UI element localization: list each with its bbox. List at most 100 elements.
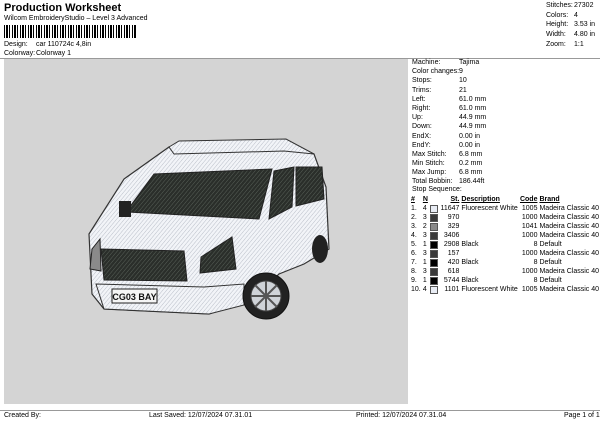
info-value: 6.8 mm	[459, 169, 483, 177]
stop-sequence-title: Stop Sequence:	[412, 186, 462, 193]
footer-created-by: Created By:	[4, 412, 41, 419]
info-value: 186.44ft	[459, 178, 485, 186]
info-label: Color changes:	[412, 68, 460, 76]
license-plate-text: CG03 BAY	[112, 292, 156, 302]
info-label: Up:	[412, 114, 423, 122]
table-cell-st: 3406	[443, 232, 460, 239]
info-label: Right:	[412, 104, 431, 112]
table-cell-desc	[460, 231, 519, 240]
table-cell-brand: Default	[539, 241, 562, 248]
table-row: 10. 4 1101 Fluorescent White 1005 Madeira Cla…	[410, 285, 600, 294]
table-cell-desc: Fluorescent White	[461, 205, 518, 212]
table-cell-code: 1000	[521, 250, 538, 257]
table-row: 8. 3 618 1000 Madeira Classic 40	[410, 267, 600, 276]
color-swatch	[430, 249, 439, 258]
info-value: 61.0 mm	[459, 95, 487, 103]
table-header-row: # N St. Description Code Brand	[410, 195, 600, 204]
table-cell-code: 1005	[521, 205, 538, 212]
color-swatch-cell	[429, 240, 439, 249]
stat-row: Zoom: 1:1	[506, 41, 600, 51]
color-swatch-cell	[429, 258, 439, 267]
design-preview: CG03 BAY	[4, 59, 408, 404]
table-cell-n: 1	[422, 277, 427, 284]
color-swatch	[430, 285, 439, 294]
footer-last-saved: Last Saved: 12/07/2024 07.31.01	[149, 412, 253, 419]
software-name: Wilcom EmbroideryStudio – Level 3 Advanc…	[4, 15, 148, 22]
design-row: Design: car 110724c 4,8in	[4, 41, 91, 48]
info-row: Down: 44.9 mm	[410, 123, 600, 132]
info-label: EndY:	[412, 141, 431, 149]
table-cell-desc: Black	[461, 241, 479, 248]
col-header: Code	[519, 196, 538, 203]
table-row: 6. 3 157 1000 Madeira Classic 40	[410, 249, 600, 258]
color-swatch-cell	[429, 213, 439, 222]
color-swatch-cell	[429, 204, 439, 213]
info-label: Trims:	[412, 86, 432, 94]
table-cell-st: 1101	[444, 286, 460, 293]
stats-panel: Stitches: 27302 Colors: 4 Height: 3.53 in W…	[506, 2, 600, 50]
table-row: 5. 1 2908 Black 8 Default	[410, 240, 600, 249]
design-label: Design:	[4, 41, 28, 48]
table-cell-code: 8	[533, 241, 538, 248]
colorway-row: Colorway:Colorway 1	[4, 50, 71, 57]
table-cell-num: 8.	[411, 268, 417, 275]
info-value: 6.8 mm	[459, 150, 483, 158]
info-value: 0.2 mm	[459, 160, 483, 168]
stat-row: Colors: 4	[506, 12, 600, 22]
info-label: EndX:	[412, 132, 432, 140]
info-value: 61.0 mm	[459, 104, 487, 112]
machine-info-panel: Machine: Tajima Color changes: 9 Stops: 10 …	[410, 59, 600, 188]
table-cell-num: 5.	[411, 241, 417, 248]
info-value: 0.00 in	[459, 132, 481, 140]
stat-value: 3.53 in	[574, 21, 596, 29]
table-cell-code: 1005	[521, 286, 538, 293]
info-label: Total Bobbin:	[412, 178, 453, 186]
stat-row: Height: 3.53 in	[506, 21, 600, 31]
table-cell-num: 3.	[411, 223, 417, 230]
table-cell-brand: Madeira Classic 40	[539, 286, 599, 293]
table-cell-st: 5744	[443, 277, 460, 284]
stat-label: Zoom:	[546, 40, 566, 48]
table-row: 4. 3 3406 1000 Madeira Classic 40	[410, 231, 600, 240]
stat-label: Colors:	[546, 11, 569, 19]
info-row: Max Stitch: 6.8 mm	[410, 151, 600, 160]
table-cell-n: 2	[422, 223, 427, 230]
table-cell-st: 157	[447, 250, 460, 257]
color-swatch	[430, 276, 439, 285]
info-value: 44.9 mm	[459, 123, 487, 131]
table-cell-code: 8	[533, 277, 538, 284]
color-swatch	[430, 213, 439, 222]
table-cell-num: 1.	[411, 205, 417, 212]
stat-value: 4.80 in	[574, 31, 596, 39]
color-swatch-cell	[429, 276, 439, 285]
color-swatch-cell	[429, 222, 439, 231]
table-cell-desc	[460, 267, 519, 276]
stat-label: Stitches:	[546, 2, 573, 9]
info-value: 21	[459, 86, 467, 94]
info-row: Min Stitch: 0.2 mm	[410, 160, 600, 169]
worksheet-title: Production Worksheet	[4, 2, 122, 14]
col-header: St.	[450, 196, 460, 203]
table-cell-num: 9.	[411, 277, 417, 284]
table-cell-code: 8	[533, 259, 538, 266]
info-row: EndY: 0.00 in	[410, 142, 600, 151]
table-cell-num: 7.	[411, 259, 417, 266]
stat-label: Width:	[546, 31, 566, 39]
footer-page: Page 1 of 1	[564, 412, 600, 419]
table-cell-code: 1041	[521, 223, 538, 230]
table-cell-n: 1	[422, 241, 427, 248]
info-label: Machine:	[412, 59, 441, 66]
table-cell-st: 329	[447, 223, 460, 230]
table-cell-brand: Madeira Classic 40	[539, 268, 599, 275]
col-header: Description	[461, 196, 500, 203]
design-value: car 110724c 4,8in	[36, 41, 92, 48]
col-header: Brand	[539, 196, 560, 203]
col-header: #	[411, 196, 415, 203]
table-cell-code: 1000	[521, 232, 538, 239]
table-cell-desc	[460, 249, 519, 258]
col-header: N	[422, 196, 428, 203]
table-cell-brand: Default	[539, 277, 562, 284]
table-row: 7. 1 420 Black 8 Default	[410, 258, 600, 267]
color-swatch	[430, 204, 439, 213]
table-cell-n: 3	[422, 232, 427, 239]
